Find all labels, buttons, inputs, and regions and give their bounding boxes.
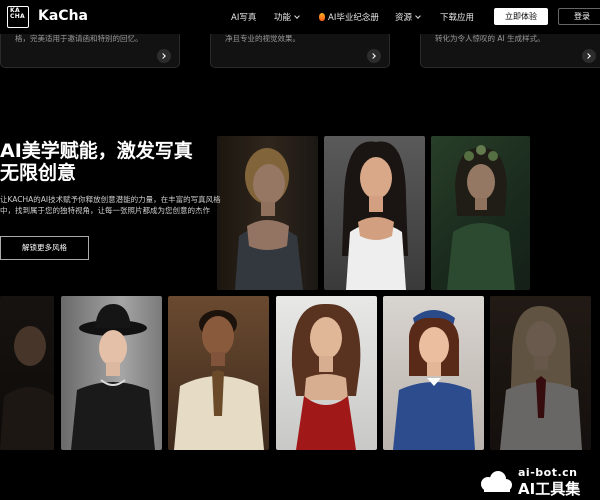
brand-name[interactable]: KaCha <box>38 8 88 24</box>
portrait-figure <box>174 310 264 450</box>
arrow-right-icon[interactable] <box>157 49 171 63</box>
hero-title-line: AI美学赋能，激发写真 <box>0 140 193 162</box>
chevron-down-icon <box>294 13 300 19</box>
logo-box-text: KA CHA <box>10 7 25 20</box>
arrow-right-icon[interactable] <box>582 49 596 63</box>
hero-title: AI美学赋能，激发写真 无限创意 <box>0 140 193 184</box>
fire-icon <box>319 13 325 21</box>
nav-graduation-album[interactable]: AI毕业纪念册 <box>319 11 379 23</box>
photo-woman-red-dress[interactable] <box>276 296 377 450</box>
nav-resources-label: 资源 <box>395 13 413 23</box>
feature-card-text: 格，完美适用于邀请函和特别的回忆。 <box>15 34 143 43</box>
hero-title-line: 无限创意 <box>0 162 77 184</box>
logo-icon[interactable]: KA CHA <box>7 6 29 28</box>
nav-features-label: 功能 <box>274 13 292 23</box>
feature-card-text: 净且专业的视觉效果。 <box>225 34 300 43</box>
top-nav: KA CHA KaCha AI写真 功能 AI毕业纪念册 资源 下载应用 立即体… <box>0 0 600 34</box>
photo-flight-attendant[interactable] <box>383 296 484 450</box>
photo-blonde-schoolgirl[interactable] <box>490 296 591 450</box>
photo-man-cream-suit[interactable] <box>168 296 269 450</box>
watermark-name: AI工具集 <box>518 480 581 498</box>
photo-woman-black-hat[interactable] <box>61 296 162 450</box>
portrait-figure <box>71 304 155 450</box>
arrow-right-icon[interactable] <box>367 49 381 63</box>
hero-description: 让KACHA的AI技术赋予你释放创意潜能的力量，在丰富的写真风格中，找到属于您的… <box>0 195 221 215</box>
watermark-logo-icon <box>481 471 512 492</box>
portrait-figure <box>342 141 408 290</box>
photo-fairy-woman[interactable] <box>431 136 530 290</box>
portrait-figure <box>291 303 361 450</box>
photo-woman-dark-partial[interactable] <box>0 296 54 450</box>
photo-blonde-woman[interactable] <box>217 136 318 290</box>
login-button[interactable]: 登录 <box>558 8 600 25</box>
try-now-button[interactable]: 立即体验 <box>494 8 548 25</box>
nav-download-app[interactable]: 下载应用 <box>440 11 474 23</box>
nav-features[interactable]: 功能 <box>274 11 300 23</box>
photo-dark-hair-woman[interactable] <box>324 136 425 290</box>
chevron-down-icon <box>415 13 421 19</box>
unlock-styles-button[interactable]: 解锁更多风格 <box>0 236 89 260</box>
nav-download-app-label: 下载应用 <box>440 13 475 23</box>
portrait-figure <box>393 310 475 450</box>
nav-graduation-album-label: AI毕业纪念册 <box>328 13 379 23</box>
feature-card-text: 转化为令人惊叹的 AI 生成样式。 <box>435 34 545 43</box>
nav-ai-photo[interactable]: AI写真 <box>231 11 256 23</box>
nav-resources[interactable]: 资源 <box>395 11 421 23</box>
nav-ai-photo-label: AI写真 <box>231 13 257 23</box>
